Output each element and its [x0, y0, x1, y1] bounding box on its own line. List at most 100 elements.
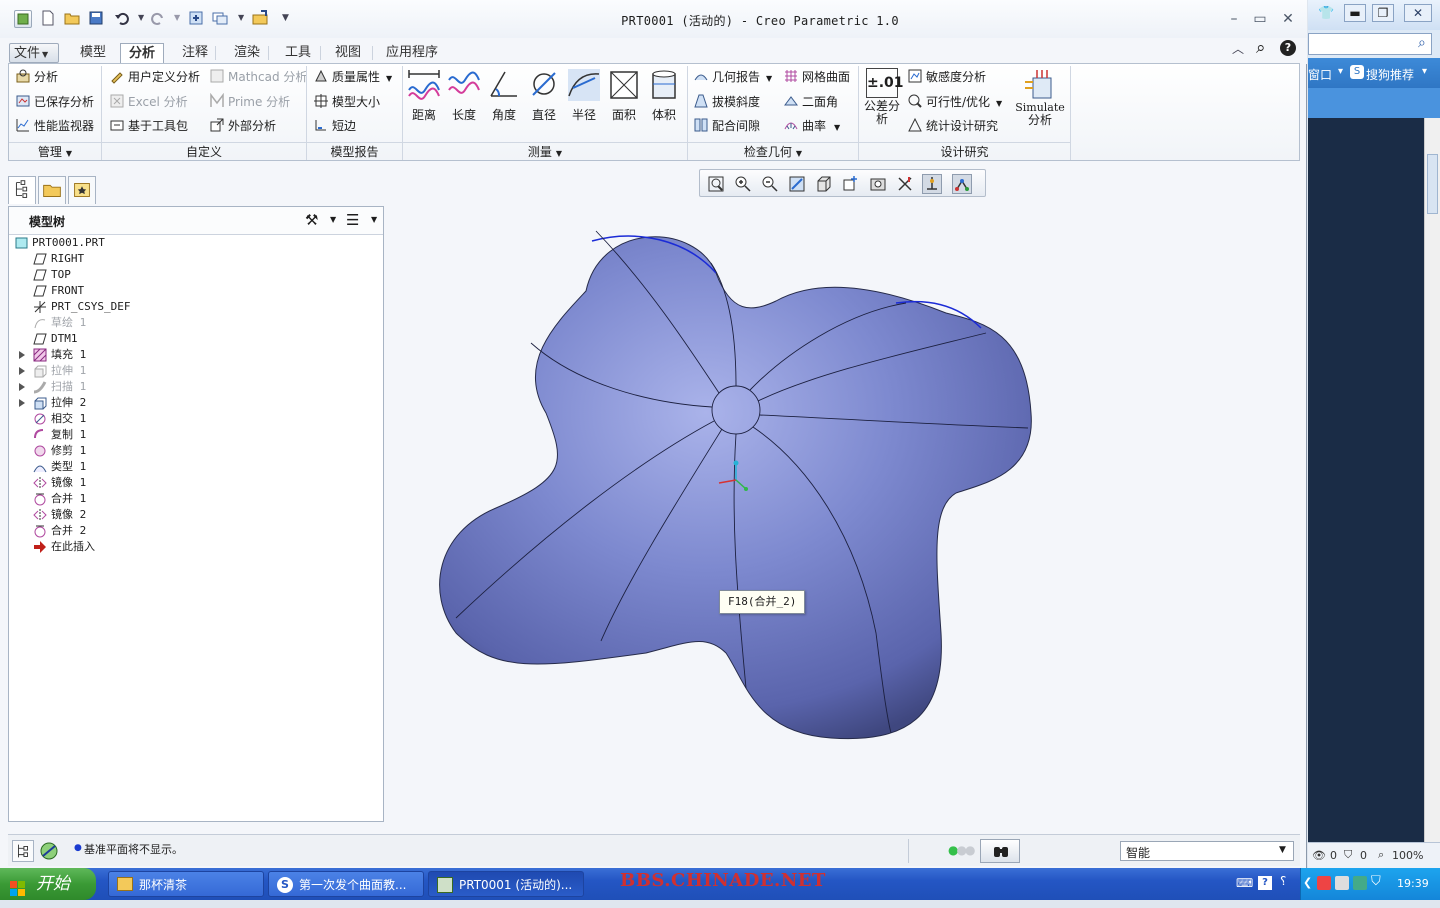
toggle-navigator-icon[interactable]: [12, 840, 34, 862]
chevron-down-icon[interactable]: ▼: [238, 13, 244, 22]
menu-window[interactable]: 窗口: [1308, 66, 1332, 83]
tab-annotate[interactable]: 注释: [174, 43, 216, 63]
favorites-tab[interactable]: [68, 176, 96, 204]
shield-icon[interactable]: ⛉: [1371, 874, 1381, 889]
dihedral-button[interactable]: 二面角: [783, 92, 838, 112]
measure-diameter-button[interactable]: 直径: [524, 68, 564, 123]
group-inspect-geometry[interactable]: 检查几何 ▼: [688, 142, 858, 160]
tray-app-icon[interactable]: [1317, 876, 1331, 890]
clearance-button[interactable]: 配合间隙: [693, 116, 760, 136]
sensitivity-analysis-button[interactable]: 敏感度分析: [907, 67, 986, 87]
part-model-3d[interactable]: [386, 163, 1304, 831]
minimize-button[interactable]: –: [1224, 10, 1244, 28]
help-icon[interactable]: ?: [1258, 876, 1272, 890]
measure-angle-button[interactable]: 角度: [484, 68, 524, 123]
selection-filter-select[interactable]: 智能 ▼: [1120, 841, 1294, 861]
saved-analysis-button[interactable]: 已保存分析: [15, 92, 94, 112]
prime-analysis-button[interactable]: Prime 分析: [209, 92, 290, 112]
settings-icon[interactable]: ⚒: [305, 211, 318, 229]
chevron-down-icon[interactable]: ▼: [138, 13, 144, 22]
graphics-window[interactable]: F18(合并_2): [386, 163, 1304, 831]
chevron-left-icon[interactable]: ❮: [1303, 876, 1312, 889]
analysis-button[interactable]: 分析: [15, 67, 58, 87]
mathcad-analysis-button[interactable]: Mathcad 分析: [209, 67, 307, 87]
model-surface[interactable]: [439, 236, 1032, 740]
tray-app-icon[interactable]: [1353, 876, 1367, 890]
windows-icon[interactable]: [212, 10, 230, 28]
group-measure[interactable]: 测量 ▼: [403, 142, 687, 160]
mesh-surface-button[interactable]: 网格曲面: [783, 67, 850, 87]
maximize-button[interactable]: ▭: [1250, 10, 1270, 28]
show-options-icon[interactable]: ☰: [346, 211, 359, 229]
close-window-icon[interactable]: [252, 10, 270, 28]
toolkit-analysis-button[interactable]: 基于工具包: [109, 116, 188, 136]
feasibility-optimization-button[interactable]: 可行性/优化 ▼: [907, 92, 1002, 112]
taskbar-item-creo[interactable]: PRT0001 (活动的)...: [428, 871, 584, 897]
close-button[interactable]: ✕: [1278, 10, 1298, 28]
tab-tools[interactable]: 工具: [277, 43, 319, 63]
measure-volume-button[interactable]: 体积: [644, 68, 684, 123]
excel-analysis-button[interactable]: Excel 分析: [109, 92, 188, 112]
curvature-button[interactable]: 曲率 ▼: [783, 116, 840, 136]
mass-properties-button[interactable]: 质量属性 ▼: [313, 67, 392, 87]
measure-distance-button[interactable]: 距离: [404, 68, 444, 123]
shirt-icon[interactable]: 👕: [1318, 6, 1334, 21]
search-icon[interactable]: ⌕: [1418, 35, 1426, 51]
folder-browser-tab[interactable]: [38, 176, 66, 204]
draft-button[interactable]: 拔模斜度: [693, 92, 760, 112]
short-edge-button[interactable]: 短边: [313, 116, 356, 136]
chevron-down-icon[interactable]: ▼: [371, 215, 377, 224]
scrollbar-thumb[interactable]: [1427, 154, 1438, 214]
measure-radius-button[interactable]: 半径: [564, 68, 604, 123]
tab-model[interactable]: 模型: [72, 43, 114, 63]
external-analysis-button[interactable]: 外部分析: [209, 116, 276, 136]
user-defined-analysis-button[interactable]: 用户定义分析: [109, 67, 200, 87]
tab-analysis[interactable]: 分析: [120, 43, 165, 65]
model-tree-tab[interactable]: [8, 176, 36, 204]
minimize-button[interactable]: ▬: [1344, 4, 1366, 22]
open-folder-icon[interactable]: [64, 10, 82, 28]
toggle-browser-icon[interactable]: [38, 840, 60, 862]
menu-sogou-recommend[interactable]: 搜狗推荐: [1366, 66, 1414, 83]
tab-file[interactable]: 文件 ▼: [9, 43, 59, 63]
statistical-design-study-button[interactable]: 统计设计研究: [907, 116, 998, 136]
keyboard-icon[interactable]: ⌨: [1236, 876, 1253, 890]
chevron-down-icon[interactable]: ▼: [174, 13, 180, 22]
find-button[interactable]: [980, 839, 1020, 863]
performance-monitor-button[interactable]: 性能监视器: [15, 116, 94, 136]
undo-icon[interactable]: [114, 10, 132, 28]
redo-icon[interactable]: [150, 10, 168, 28]
save-icon[interactable]: [88, 10, 106, 28]
status-bar: ● 基准平面将不显示。 ●●● 智能 ▼: [8, 834, 1300, 866]
minimize-ribbon-icon[interactable]: ︿: [1232, 40, 1244, 57]
help-icon[interactable]: ?: [1280, 40, 1296, 56]
model-size-button[interactable]: 模型大小: [313, 92, 380, 112]
restore-button[interactable]: ❐: [1372, 4, 1394, 22]
close-button[interactable]: ✕: [1404, 4, 1432, 22]
simulate-analysis-button[interactable]: Simulate 分析: [1014, 68, 1066, 126]
geometry-report-button[interactable]: 几何报告 ▼: [693, 67, 772, 87]
app-logo-icon[interactable]: [14, 10, 32, 28]
zoom-level[interactable]: 100%: [1392, 849, 1423, 862]
start-button[interactable]: 开始: [0, 868, 96, 900]
clock[interactable]: 19:39: [1397, 877, 1429, 890]
chevron-down-icon[interactable]: ▼: [1279, 845, 1286, 855]
taskbar-item-folder[interactable]: 那杯清茶: [108, 871, 264, 897]
measure-length-button[interactable]: 长度: [444, 68, 484, 123]
search-input[interactable]: [1308, 33, 1432, 55]
input-method-icon[interactable]: ⸮: [1280, 874, 1286, 888]
taskbar-item-browser[interactable]: S 第一次发个曲面教...: [268, 871, 424, 897]
chevron-down-icon[interactable]: ▼: [330, 215, 336, 224]
tray-app-icon[interactable]: [1335, 876, 1349, 890]
new-file-icon[interactable]: [40, 10, 58, 28]
search-icon[interactable]: ⌕: [1256, 38, 1266, 58]
tab-render[interactable]: 渲染: [226, 43, 268, 63]
customize-toolbar-icon[interactable]: ▼: [282, 13, 289, 23]
regenerate-icon[interactable]: [188, 10, 206, 28]
tolerance-analysis-button[interactable]: ±.01 公差分析: [862, 68, 904, 126]
group-manage[interactable]: 管理 ▼: [9, 142, 101, 160]
vertical-scrollbar[interactable]: [1424, 118, 1440, 842]
tab-applications[interactable]: 应用程序: [378, 43, 446, 63]
measure-area-button[interactable]: 面积: [604, 68, 644, 123]
tab-view[interactable]: 视图: [327, 43, 369, 63]
